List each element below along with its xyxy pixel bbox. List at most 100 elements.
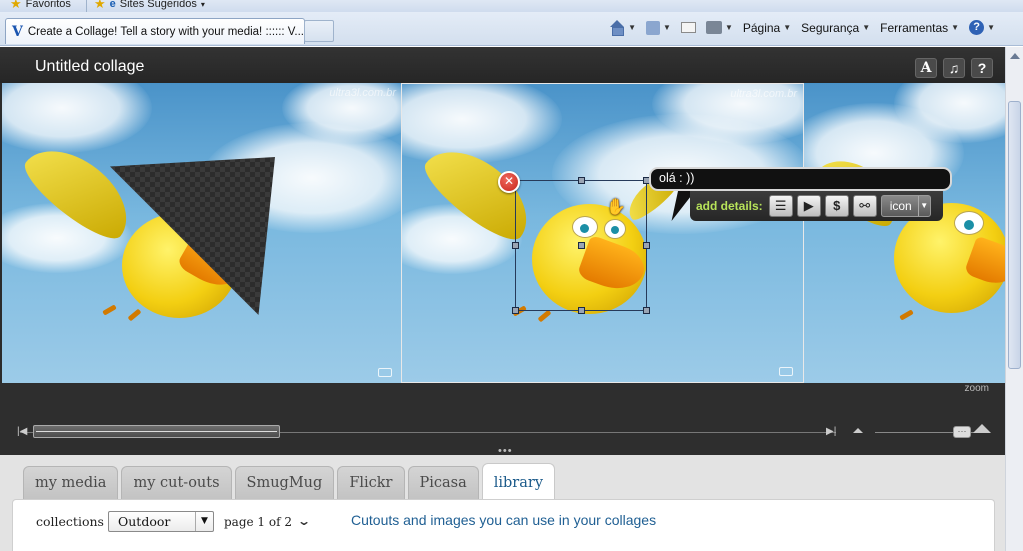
add-favorite-icon: ★ xyxy=(94,0,106,11)
browser-tab[interactable]: V Create a Collage! Tell a story with yo… xyxy=(5,18,305,44)
delete-item-button[interactable]: ✕ xyxy=(498,171,520,193)
mail-icon xyxy=(680,22,696,33)
zoom-slider-handle[interactable]: ··· xyxy=(953,426,971,438)
command-bar: V Create a Collage! Tell a story with yo… xyxy=(0,12,1023,46)
add-price-button[interactable]: $ xyxy=(824,195,849,217)
page-indicator: page 1 of 2 xyxy=(224,515,292,529)
collections-label: collections xyxy=(36,514,104,529)
mail-button[interactable] xyxy=(680,22,696,33)
add-text-button[interactable]: A xyxy=(915,58,937,78)
resize-handle[interactable] xyxy=(643,307,650,314)
command-tools: ▼ ▼ ▼ Página ▼ Segurança ▼ Ferramentas ▼… xyxy=(609,20,995,36)
chevron-down-icon[interactable]: ▼ xyxy=(628,23,636,32)
add-link-button[interactable]: ⚯ xyxy=(852,195,877,217)
selection-box[interactable] xyxy=(512,177,650,314)
print-button[interactable]: ▼ xyxy=(705,21,733,34)
zoom-in-icon[interactable] xyxy=(973,424,991,433)
timeline-scrubber[interactable] xyxy=(33,425,280,438)
collage-frame-3[interactable] xyxy=(804,83,1005,383)
printer-icon xyxy=(705,21,722,34)
bird-leg xyxy=(537,309,552,323)
add-text-details-button[interactable]: ☰ xyxy=(768,195,793,217)
suggested-sites-button[interactable]: ★ e Sites Sugeridos ▾ xyxy=(94,0,205,12)
bird-wing xyxy=(15,131,145,250)
zoom-out-icon[interactable] xyxy=(853,428,863,433)
hand-cursor-icon: ✋ xyxy=(606,199,626,216)
home-button[interactable]: ▼ xyxy=(609,20,636,36)
next-page-chevron-icon[interactable]: ⌄ xyxy=(297,514,311,528)
timeline-start-icon[interactable]: |◀ xyxy=(17,426,27,437)
watermark: ultra3l.com.br xyxy=(730,88,797,100)
library-content: collections Outdoor ▼ page 1 of 2 ⌄ Cuto… xyxy=(12,499,995,551)
help-icon: ? xyxy=(969,20,985,35)
add-details-label: add details: xyxy=(696,199,763,213)
bird-leg xyxy=(127,308,142,322)
icon-select[interactable]: icon ▼ xyxy=(880,195,931,217)
tab-title: Create a Collage! Tell a story with your… xyxy=(27,25,305,38)
app-header: Untitled collage A ♫ ? xyxy=(0,47,1005,83)
bird-pupil xyxy=(964,220,974,230)
bird-leg xyxy=(102,304,117,316)
chevron-down-icon: ▼ xyxy=(987,23,995,32)
resize-handle[interactable] xyxy=(578,242,585,249)
chevron-down-icon[interactable]: ▼ xyxy=(663,23,671,32)
collage-app: Untitled collage A ♫ ? ultra3l.com.br ul… xyxy=(0,47,1005,551)
scrollbar-thumb[interactable] xyxy=(1008,101,1021,369)
resize-handle[interactable] xyxy=(512,242,519,249)
resize-handle[interactable] xyxy=(512,307,519,314)
resize-handle[interactable] xyxy=(643,242,650,249)
tab-picasa[interactable]: Picasa xyxy=(407,466,479,499)
star-icon: ★ xyxy=(10,0,22,11)
speech-bubble[interactable]: olá : )) xyxy=(649,167,952,191)
tools-menu[interactable]: Ferramentas ▼ xyxy=(880,21,959,35)
frame-settings-icon[interactable] xyxy=(378,368,392,377)
tab-smugmug[interactable]: SmugMug xyxy=(234,466,335,499)
chevron-down-icon: ▼ xyxy=(917,196,930,216)
zoom-label: zoom xyxy=(964,383,989,394)
timeline-end-icon[interactable]: ▶| xyxy=(826,426,836,437)
collections-select[interactable]: Outdoor ▼ xyxy=(108,511,214,532)
chevron-down-icon: ▼ xyxy=(783,23,792,32)
resize-handle[interactable] xyxy=(578,177,585,184)
help-menu[interactable]: ? ▼ xyxy=(969,20,995,35)
page-menu[interactable]: Página ▼ xyxy=(743,21,791,35)
library-panel: my media my cut-outs SmugMug Flickr Pica… xyxy=(0,455,1005,551)
chevron-down-icon: ▼ xyxy=(951,23,960,32)
frame-settings-icon[interactable] xyxy=(779,367,793,376)
scroll-up-icon[interactable] xyxy=(1010,53,1020,59)
divider xyxy=(86,0,87,12)
tab-my-media[interactable]: my media xyxy=(23,466,119,499)
tab-my-cutouts[interactable]: my cut-outs xyxy=(121,466,232,499)
bird-leg xyxy=(899,309,914,321)
chevron-down-icon: ▼ xyxy=(862,23,871,32)
rss-icon xyxy=(646,20,661,35)
chevron-down-icon[interactable]: ▼ xyxy=(725,23,733,32)
resize-handle[interactable] xyxy=(578,307,585,314)
watermark: ultra3l.com.br xyxy=(329,87,396,99)
collage-frame-1[interactable]: ultra3l.com.br xyxy=(2,83,402,383)
tab-flickr[interactable]: Flickr xyxy=(337,466,405,499)
chevron-down-icon: ▼ xyxy=(195,512,213,531)
feeds-button[interactable]: ▼ xyxy=(646,20,671,35)
panel-resize-grip[interactable]: ••• xyxy=(498,446,513,457)
chevron-down-icon: ▾ xyxy=(200,0,205,9)
film-icon: ▶ xyxy=(803,198,814,213)
page-scrollbar[interactable] xyxy=(1005,47,1023,551)
library-tabs: my media my cut-outs SmugMug Flickr Pica… xyxy=(23,463,556,499)
new-tab-button[interactable] xyxy=(304,20,334,42)
add-music-button[interactable]: ♫ xyxy=(943,58,965,78)
site-favicon-icon: V xyxy=(12,23,23,40)
add-video-button[interactable]: ▶ xyxy=(796,195,821,217)
timeline: zoom |◀ ▶| ··· ••• xyxy=(0,383,1005,457)
text-lines-icon: ☰ xyxy=(774,198,787,213)
security-menu[interactable]: Segurança ▼ xyxy=(801,21,870,35)
collage-title[interactable]: Untitled collage xyxy=(35,58,144,76)
favorites-bar: ★ Favoritos ★ e Sites Sugeridos ▾ xyxy=(0,0,1023,12)
collage-canvas[interactable]: ultra3l.com.br ultra3l.com.br xyxy=(2,83,1005,383)
tab-library[interactable]: library xyxy=(481,463,556,499)
favorites-button[interactable]: ★ Favoritos xyxy=(10,0,71,12)
home-icon xyxy=(609,20,625,36)
help-button[interactable]: ? xyxy=(971,58,993,78)
add-details-toolbar: add details: ☰ ▶ $ ⚯ icon ▼ xyxy=(690,191,943,221)
link-icon: ⚯ xyxy=(859,198,871,213)
